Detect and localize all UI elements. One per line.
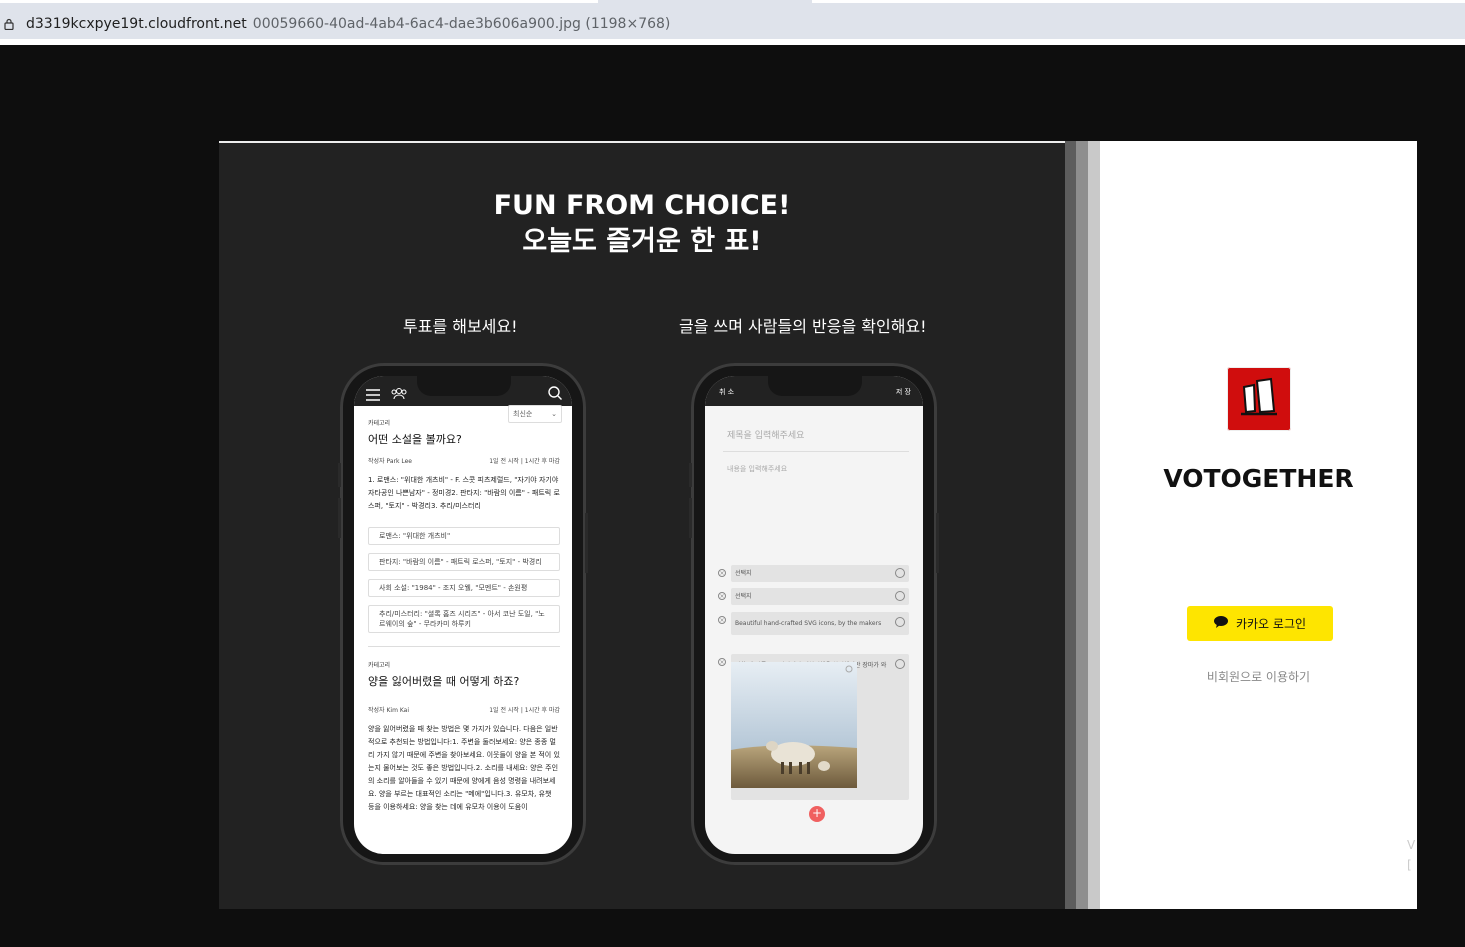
phone-notch	[417, 376, 511, 396]
post-category: 카테고리	[368, 420, 391, 427]
inactive-tab[interactable]	[812, 0, 1465, 3]
cropped-edge-text: V [	[1407, 835, 1417, 875]
displayed-image: FUN FROM CHOICE! 오늘도 즐거운 한 표! 투표를 해보세요! …	[219, 141, 1417, 909]
post-title: 어떤 소설을 볼까요?	[368, 433, 462, 446]
cancel-label: 취 소	[719, 388, 735, 396]
phone-side-button	[338, 498, 341, 538]
chevron-down-icon: ⌄	[551, 410, 557, 418]
choice-text: 선택지	[735, 570, 752, 577]
phone-notch	[768, 376, 862, 396]
phone-side-button	[936, 513, 939, 573]
separator-strip	[1065, 141, 1076, 909]
headline-line-2: 오늘도 즐거운 한 표!	[522, 226, 762, 257]
active-tab[interactable]	[0, 0, 598, 3]
save-label: 저 장	[895, 388, 911, 396]
post-author: 작성자 Kim Kai	[368, 707, 409, 714]
url-host: d3319kcxpye19t.cloudfront.net	[26, 16, 247, 32]
vote-option: 사회 소설: "1984" - 조지 오웰, "모멘트" - 손원평	[368, 579, 560, 597]
phone-feed-mockup: 최신순 ⌄ 카테고리 어떤 소설을 볼까요? 작성자 Park Lee 1일 전…	[338, 363, 588, 865]
login-panel: VOTOGETHER 카카오 로그인 비회원으로 이용하기 V [	[1100, 141, 1417, 909]
post-time: 1일 전 시작 | 1시간 후 마감	[489, 707, 560, 714]
votogether-logo-icon	[1227, 367, 1291, 431]
sheep-photo	[731, 662, 857, 788]
image-icon	[895, 568, 905, 578]
post-meta: 작성자 Park Lee 1일 전 시작 | 1시간 후 마감	[368, 456, 560, 465]
choice-text: Beautiful hand-crafted SVG icons, by the…	[735, 620, 882, 627]
cropped-edge-line: [	[1407, 858, 1412, 872]
post-time: 1일 전 시작 | 1시간 후 마감	[489, 458, 560, 465]
phone-side-button	[689, 463, 692, 487]
post-body: 양을 잃어버렸을 때 찾는 방법은 몇 가지가 있습니다. 다음은 일반적으로 …	[368, 725, 560, 811]
post-meta: 작성자 Kim Kai 1일 전 시작 | 1시간 후 마감	[368, 705, 560, 714]
post-category: 카테고리	[368, 662, 391, 669]
vote-option: 판타지: "바람의 이름" - 패트릭 로스퍼, "토지" - 박경리	[368, 553, 560, 571]
subtitle-vote: 투표를 해보세요!	[403, 317, 518, 336]
guest-link: 비회원으로 이용하기	[1206, 670, 1311, 684]
title-underline	[723, 451, 909, 452]
remove-choice-icon: ×	[718, 569, 726, 577]
image-icon	[895, 659, 905, 669]
phone-screen: 취 소 저 장 제목을 입력해주세요 내용을 입력해주세요 × 선택지 × 선택…	[705, 376, 923, 854]
remove-choice-icon: ×	[718, 658, 726, 666]
title-placeholder: 제목을 입력해주세요	[727, 431, 805, 441]
tab-strip	[0, 0, 1465, 9]
phone-side-button	[585, 513, 588, 573]
post-card: 카테고리 양을 잃어버렸을 때 어떻게 하죠? 작성자 Kim Kai 1일 전…	[368, 660, 560, 814]
remove-choice-icon: ×	[718, 616, 726, 624]
subtitle-write: 글을 쓰며 사람들의 반응을 확인해요!	[679, 317, 927, 336]
choice-item: 선택지	[731, 565, 909, 582]
phone-screen: 최신순 ⌄ 카테고리 어떤 소설을 볼까요? 작성자 Park Lee 1일 전…	[354, 376, 572, 854]
url-path: 00059660-40ad-4ab4-6ac4-dae3b606a900.jpg…	[252, 16, 671, 32]
post-feed: 카테고리 어떤 소설을 볼까요? 작성자 Park Lee 1일 전 시작 | …	[368, 418, 560, 814]
remove-choice-icon: ×	[718, 592, 726, 600]
post-body: 1. 로맨스: "위대한 개츠비" - F. 스콧 피츠제럴드, "자기야 자기…	[368, 476, 560, 510]
vote-option: 로맨스: "위대한 개츠비"	[368, 527, 560, 545]
kakao-login-label: 카카오 로그인	[1235, 617, 1307, 631]
speech-bubble-icon	[1213, 616, 1228, 631]
headline-line-1: FUN FROM CHOICE!	[493, 190, 791, 221]
choice-item: 선택지	[731, 588, 909, 605]
post-title: 양을 잃어버렸을 때 어떻게 하죠?	[368, 675, 520, 688]
separator-strip	[1088, 141, 1100, 909]
cropped-edge-line: V	[1407, 838, 1416, 852]
phone-side-button	[338, 463, 341, 487]
phone-side-button	[689, 498, 692, 538]
lock-icon[interactable]	[2, 17, 16, 31]
image-icon	[895, 591, 905, 601]
body-placeholder: 내용을 입력해주세요	[727, 465, 788, 473]
image-icon	[895, 617, 905, 627]
phone-editor-mockup: 취 소 저 장 제목을 입력해주세요 내용을 입력해주세요 × 선택지 × 선택…	[689, 363, 939, 865]
menu-icon	[366, 386, 380, 405]
vote-option: 추리/미스터리: "셜록 홈즈 시리즈" - 아서 코난 도일, "노르웨이의 …	[368, 605, 560, 633]
people-icon	[391, 385, 407, 404]
add-choice-icon: +	[809, 806, 825, 822]
address-bar[interactable]: d3319kcxpye19t.cloudfront.net 00059660-4…	[0, 9, 1465, 39]
choice-item: Beautiful hand-crafted SVG icons, by the…	[731, 612, 909, 635]
viewer-top-border	[0, 39, 1465, 45]
brand-name: VOTOGETHER	[1163, 464, 1354, 493]
post-card: 카테고리 어떤 소설을 볼까요? 작성자 Park Lee 1일 전 시작 | …	[368, 418, 560, 647]
post-author: 작성자 Park Lee	[368, 458, 412, 465]
post-divider	[368, 646, 560, 647]
search-icon	[548, 385, 562, 404]
image-top-line	[219, 141, 1065, 143]
kakao-login-button: 카카오 로그인	[1187, 606, 1333, 641]
separator-strip	[1076, 141, 1088, 909]
choice-text: 선택지	[735, 593, 752, 600]
promo-headline: FUN FROM CHOICE! 오늘도 즐거운 한 표!	[219, 188, 1065, 260]
